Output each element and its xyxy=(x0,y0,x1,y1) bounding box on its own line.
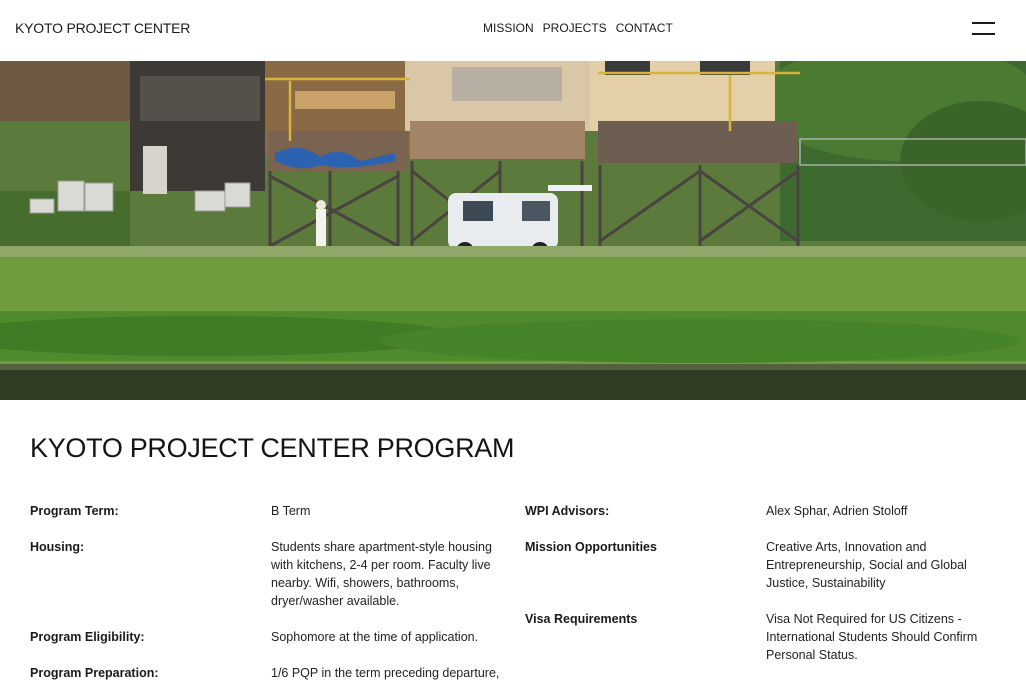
label-mission-opportunities: Mission Opportunities xyxy=(525,540,657,554)
nav-contact[interactable]: CONTACT xyxy=(616,21,673,35)
hero-image xyxy=(0,61,1026,400)
label-housing: Housing: xyxy=(30,540,85,554)
page-title: KYOTO PROJECT CENTER PROGRAM xyxy=(30,433,515,463)
value-housing: Students share apartment-style housing w… xyxy=(271,540,492,608)
value-program-preparation: 1/6 PQP in the term preceding departure, xyxy=(271,666,500,680)
site-brand[interactable]: KYOTO PROJECT CENTER xyxy=(15,20,190,36)
value-wpi-advisors: Alex Sphar, Adrien Stoloff xyxy=(766,504,908,518)
label-visa-requirements: Visa Requirements xyxy=(525,612,638,626)
main-nav: MISSION PROJECTS CONTACT xyxy=(483,21,673,35)
value-visa-requirements: Visa Not Required for US Citizens - Inte… xyxy=(766,612,978,662)
label-program-eligibility: Program Eligibility: xyxy=(30,630,145,644)
value-mission-opportunities: Creative Arts, Innovation and Entreprene… xyxy=(766,540,967,590)
label-program-preparation: Program Preparation: xyxy=(30,666,159,680)
value-program-eligibility: Sophomore at the time of application. xyxy=(271,630,479,644)
site-header: KYOTO PROJECT CENTER MISSION PROJECTS CO… xyxy=(0,0,1026,61)
nav-mission[interactable]: MISSION xyxy=(483,21,534,35)
value-program-term: B Term xyxy=(271,504,311,518)
label-program-term: Program Term: xyxy=(30,504,119,518)
hero-illustration xyxy=(0,61,1026,400)
nav-projects[interactable]: PROJECTS xyxy=(543,21,607,35)
hamburger-menu-icon[interactable] xyxy=(972,21,995,35)
label-wpi-advisors: WPI Advisors: xyxy=(525,504,610,518)
